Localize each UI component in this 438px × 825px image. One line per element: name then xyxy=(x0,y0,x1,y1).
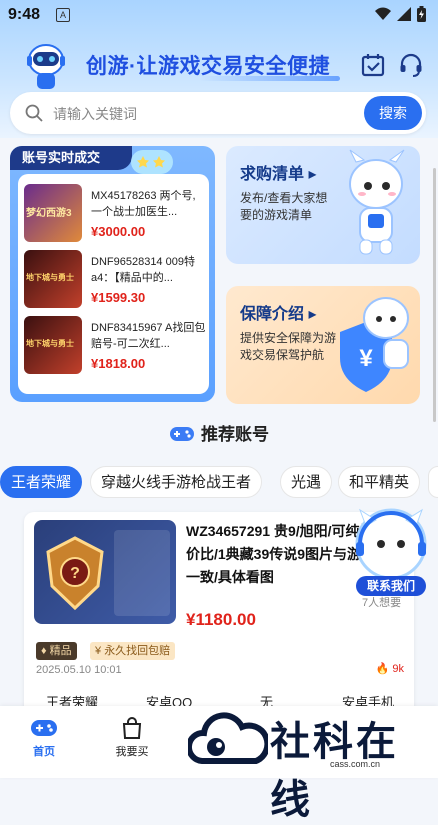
guarantee-card[interactable]: 保障介绍 ▸ 提供安全保障为游戏交易保驾护航 ¥ xyxy=(226,286,420,404)
buy-list-desc: 发布/查看大家想要的游戏清单 xyxy=(240,191,328,222)
search-input[interactable]: 请输入关键词 xyxy=(53,104,137,124)
status-time: 9:48 xyxy=(8,6,41,23)
title-underline xyxy=(200,76,340,81)
battery-icon xyxy=(417,6,426,22)
guarantee-title: 保障介绍 ▸ xyxy=(240,306,317,323)
deal-item[interactable]: 地下城与勇士 DNF96528314 009特a4：【精品中的... ¥1599… xyxy=(24,250,206,312)
dragon-mascot-icon xyxy=(349,149,405,255)
nav-buy[interactable]: 我要买 xyxy=(102,716,162,759)
deal-price: ¥1818.00 xyxy=(91,356,146,371)
game-cover-image: 梦幻西游3 xyxy=(24,184,82,242)
deal-title: DNF96528314 009特a4：【精品中的... xyxy=(91,256,195,284)
account-screenshot-panel xyxy=(114,530,170,616)
svg-text:¥: ¥ xyxy=(359,345,373,372)
header-mascot-icon xyxy=(27,44,65,89)
svg-text:?: ? xyxy=(70,565,80,582)
watermark-logo: 社科在线 cass.com.cn xyxy=(188,705,438,822)
bag-icon xyxy=(122,717,142,739)
tab-chuanyue[interactable]: 穿越火线手游枪战王者 xyxy=(90,466,263,498)
realtime-deals-panel: 账号实时成交 梦幻西游3 MX45178263 两个号,一个战士加医生... ¥… xyxy=(10,146,215,402)
deal-price: ¥1599.30 xyxy=(91,290,146,305)
calendar-check-icon[interactable] xyxy=(360,52,386,78)
realtime-deals-list: 梦幻西游3 MX45178263 两个号,一个战士加医生... ¥3000.00… xyxy=(18,174,209,394)
signal-icon xyxy=(397,7,411,21)
game-cover-image: 地下城与勇士 xyxy=(24,316,82,374)
contact-us-label: 联系我们 xyxy=(356,576,426,596)
game-tabs: 王者荣耀 穿越火线手游枪战王者 光遇 和平精英 xyxy=(0,466,438,500)
recommend-heading: 推荐账号 xyxy=(0,420,438,445)
guarantee-desc: 提供安全保障为游戏交易保驾护航 xyxy=(240,331,337,362)
wifi-icon xyxy=(375,7,391,20)
deal-title: DNF83415967 A找回包赔号-可二次红... xyxy=(91,322,206,350)
scrollbar[interactable] xyxy=(433,168,436,422)
search-icon xyxy=(25,104,43,122)
tab-heping[interactable]: 和平精英 xyxy=(338,466,421,498)
tag-premium: ♦ 精品 xyxy=(36,642,77,660)
stars-deco-icon xyxy=(131,150,173,174)
watermark-url: cass.com.cn xyxy=(330,759,381,769)
contact-us-button[interactable]: 联系我们 xyxy=(350,504,432,600)
buy-list-card[interactable]: 求购清单 ▸ 发布/查看大家想要的游戏清单 xyxy=(226,146,420,264)
headset-icon[interactable] xyxy=(398,52,424,78)
system-icons xyxy=(375,6,426,22)
tab-more[interactable] xyxy=(428,466,438,498)
buy-list-title: 求购清单 ▸ xyxy=(240,166,317,183)
gamepad-icon xyxy=(31,720,57,736)
game-cover-label: 地下城与勇士 xyxy=(26,273,74,282)
search-bar: 请输入关键词 搜索 xyxy=(10,92,426,134)
deal-item[interactable]: 地下城与勇士 DNF83415967 A找回包赔号-可二次红... ¥1818.… xyxy=(24,316,206,378)
search-button[interactable]: 搜索 xyxy=(364,96,422,130)
game-cover-label: 梦幻西游3 xyxy=(26,208,72,219)
tag-guarantee: ¥ 永久找回包赔 xyxy=(90,642,176,660)
service-mascot-icon xyxy=(355,508,427,580)
nav-home[interactable]: 首页 xyxy=(14,716,74,759)
deal-price: ¥3000.00 xyxy=(91,224,146,239)
account-screenshot: ? xyxy=(34,520,176,624)
nav-home-label: 首页 xyxy=(33,746,55,758)
deal-item[interactable]: 梦幻西游3 MX45178263 两个号,一个战士加医生... ¥3000.00 xyxy=(24,184,206,246)
account-hot: 🔥 9k xyxy=(375,663,404,675)
nav-buy-label: 我要买 xyxy=(115,746,149,758)
deal-title: MX45178263 两个号,一个战士加医生... xyxy=(91,190,196,218)
cloud-logo-icon xyxy=(188,712,268,764)
tab-wangzhe[interactable]: 王者荣耀 xyxy=(0,466,83,498)
notification-icon: A xyxy=(56,8,70,22)
game-cover-label: 地下城与勇士 xyxy=(26,339,74,348)
tab-guangyu[interactable]: 光遇 xyxy=(280,466,333,498)
shield-mascot-icon: ¥ xyxy=(340,297,409,392)
realtime-deals-heading: 账号实时成交 xyxy=(10,146,132,170)
account-price: ¥1180.00 xyxy=(186,610,256,629)
gamepad-icon xyxy=(170,427,194,441)
status-bar: 9:48 A xyxy=(0,0,438,30)
account-date: 2025.05.10 10:01 xyxy=(36,664,122,676)
rank-emblem-icon: ? xyxy=(46,536,104,611)
game-cover-image: 地下城与勇士 xyxy=(24,250,82,308)
